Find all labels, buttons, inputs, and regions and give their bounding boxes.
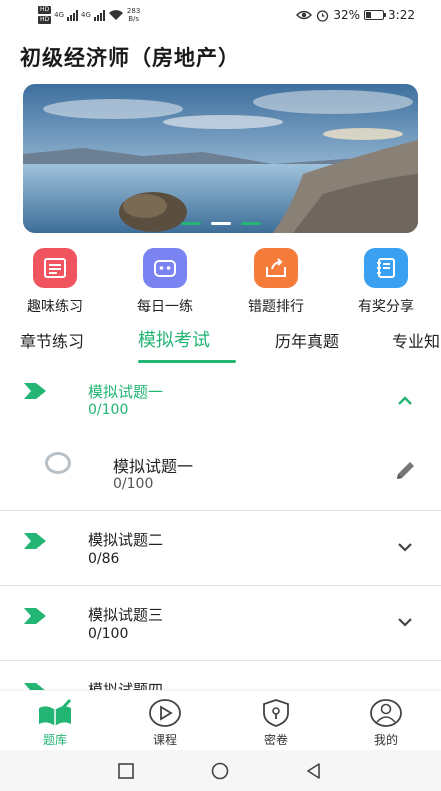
nav-label: 密卷 — [263, 733, 288, 747]
wifi-icon — [108, 10, 123, 20]
quick-action-label: 趣味练习 — [27, 299, 83, 315]
exam-item-progress: 0/100 — [113, 476, 154, 492]
checklist-icon — [33, 248, 77, 288]
tab-mock-exam[interactable]: 模拟考试 — [138, 326, 210, 352]
net-speed: 283 B/s — [127, 7, 140, 23]
recent-apps-icon[interactable] — [116, 761, 136, 781]
active-tab-indicator — [138, 360, 236, 363]
tab-chapter-practice[interactable]: 章节练习 — [20, 328, 84, 352]
nav-mine[interactable]: 我的 — [356, 697, 416, 748]
carousel-dot-active[interactable] — [210, 222, 231, 225]
quick-action-reward-share[interactable]: 有奖分享 — [341, 248, 431, 316]
net-speed-unit: B/s — [128, 15, 140, 23]
user-circle-icon — [368, 697, 404, 729]
battery-icon — [364, 10, 387, 20]
exam-item-title: 模拟试题一 — [113, 457, 194, 476]
nav-label: 课程 — [152, 733, 177, 747]
exam-group-1-header[interactable]: 模拟试题一 0/100 — [0, 370, 441, 440]
status-bar: HD HD 4G 4G 283 B/s 32% 3:22 — [0, 0, 441, 30]
carousel-dot[interactable] — [240, 222, 261, 225]
carousel-dot[interactable] — [180, 222, 201, 225]
exam-group-3-header[interactable]: 模拟试题三 0/100 — [0, 591, 441, 661]
clock: 3:22 — [388, 8, 415, 22]
status-bar-left: HD HD 4G 4G 283 B/s — [38, 4, 140, 26]
notebook-icon — [364, 248, 408, 288]
quick-actions: 趣味练习 每日一练 错题排行 有奖分享 — [0, 248, 441, 318]
divider — [0, 660, 441, 661]
exam-group-2-header[interactable]: 模拟试题二 0/86 — [0, 516, 441, 586]
sim1-hd-badge: HD — [38, 6, 52, 14]
eye-icon — [296, 10, 313, 20]
net-speed-value: 283 — [126, 7, 141, 15]
nav-courses[interactable]: 课程 — [135, 697, 195, 748]
nav-secret-papers[interactable]: 密卷 — [246, 697, 306, 748]
book-icon — [37, 697, 73, 729]
tab-past-exams[interactable]: 历年真题 — [275, 328, 339, 352]
battery-percent: 32% — [333, 8, 361, 22]
flag-icon — [24, 608, 46, 624]
bottom-nav: 题库 课程 密卷 我的 — [0, 691, 441, 750]
quick-action-daily-practice[interactable]: 每日一练 — [120, 248, 210, 316]
sim2-hd-badge: HD — [38, 16, 52, 24]
exam-group-title: 模拟试题三 — [88, 606, 164, 624]
back-icon[interactable] — [304, 761, 324, 781]
exam-group-title: 模拟试题二 — [88, 531, 164, 549]
chevron-down-icon[interactable] — [396, 613, 414, 631]
chevron-down-icon[interactable] — [396, 538, 414, 556]
divider — [0, 510, 441, 511]
lock-shield-icon — [258, 697, 294, 729]
alarm-icon — [317, 9, 329, 22]
chevron-up-icon[interactable] — [396, 392, 414, 410]
quick-action-label: 错题排行 — [248, 299, 304, 315]
category-tabs: 章节练习 模拟考试 历年真题 专业知 — [0, 322, 441, 366]
exam-group-title: 模拟试题四 — [88, 681, 164, 690]
tab-professional[interactable]: 专业知 — [392, 328, 440, 352]
flag-icon — [24, 683, 45, 690]
nav-question-bank[interactable]: 题库 — [25, 697, 85, 748]
nav-label: 题库 — [42, 733, 67, 747]
quick-action-label: 有奖分享 — [358, 299, 414, 315]
divider — [0, 585, 441, 586]
system-nav-bar — [0, 750, 441, 791]
pencil-icon[interactable] — [394, 458, 418, 482]
quick-action-wrong-ranking[interactable]: 错题排行 — [231, 248, 321, 316]
exam-group-4-header[interactable]: 模拟试题四 — [0, 666, 441, 690]
signal1-icon — [67, 9, 79, 21]
exam-group-progress: 0/86 — [88, 551, 120, 567]
status-bar-right: 32% 3:22 — [296, 6, 415, 24]
exam-list: 模拟试题一 0/100 模拟试题一 0/100 模拟试题二 0/86 模拟试题三… — [0, 370, 441, 690]
quick-action-label: 每日一练 — [137, 299, 193, 315]
battery-level-fill — [366, 12, 372, 18]
exam-group-title: 模拟试题一 — [88, 383, 164, 401]
home-icon[interactable] — [210, 761, 230, 781]
signal2-icon — [93, 9, 105, 21]
exam-group-progress: 0/100 — [88, 402, 129, 418]
banner-carousel[interactable] — [23, 84, 418, 233]
page-title: 初级经济师（房地产） — [20, 46, 240, 70]
robot-icon — [143, 248, 187, 288]
exam-group-progress: 0/100 — [88, 626, 129, 642]
carousel-indicator — [23, 222, 418, 225]
flag-icon — [24, 533, 46, 549]
radio-button[interactable] — [45, 452, 71, 474]
nav-label: 我的 — [373, 733, 398, 747]
banner-image — [23, 84, 418, 233]
network1-label: 4G — [54, 11, 65, 19]
quick-action-fun-practice[interactable]: 趣味练习 — [10, 248, 100, 316]
exam-item-row[interactable]: 模拟试题一 0/100 — [0, 438, 441, 510]
flag-icon — [24, 383, 46, 399]
network2-label: 4G — [81, 11, 91, 19]
export-box-icon — [254, 248, 298, 288]
play-circle-icon — [147, 697, 183, 729]
